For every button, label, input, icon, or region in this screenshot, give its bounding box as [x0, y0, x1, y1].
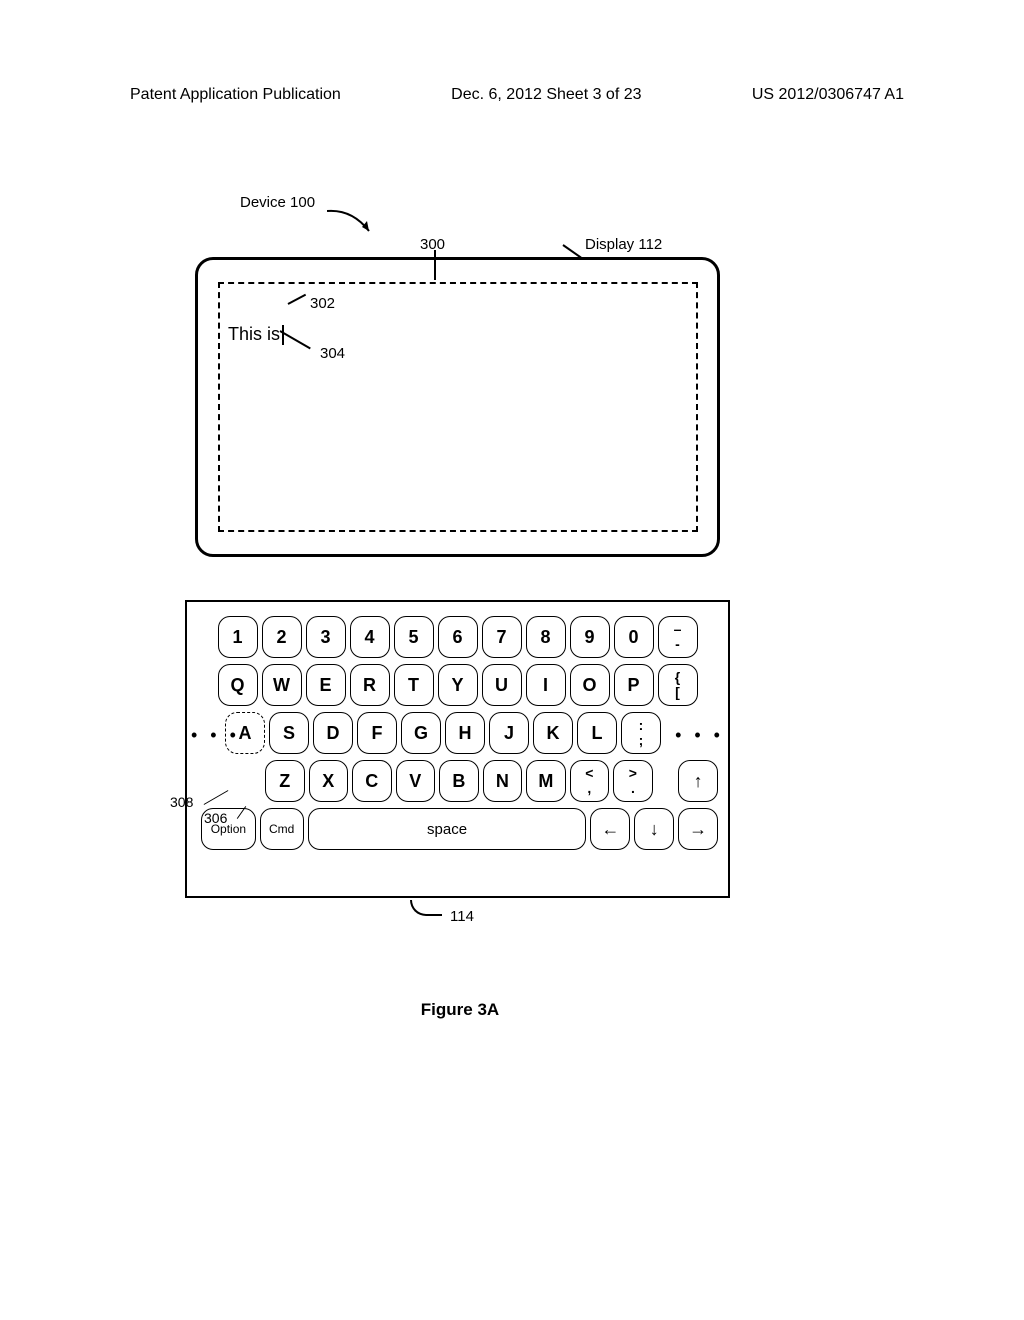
- key-z[interactable]: Z: [265, 760, 305, 802]
- kb-row-2: Q W E R T Y U I O P {[: [197, 664, 718, 706]
- key-g[interactable]: G: [401, 712, 441, 754]
- key-left-arrow[interactable]: ←: [590, 808, 630, 850]
- header-center: Dec. 6, 2012 Sheet 3 of 23: [451, 86, 641, 104]
- key-0[interactable]: 0: [614, 616, 654, 658]
- key-lt[interactable]: <,: [570, 760, 610, 802]
- page-header: Patent Application Publication Dec. 6, 2…: [0, 86, 1024, 104]
- ref-302-label: 302: [310, 295, 335, 312]
- key-j[interactable]: J: [489, 712, 529, 754]
- key-x[interactable]: X: [309, 760, 349, 802]
- key-u[interactable]: U: [482, 664, 522, 706]
- key-l[interactable]: L: [577, 712, 617, 754]
- key-n[interactable]: N: [483, 760, 523, 802]
- key-q[interactable]: Q: [218, 664, 258, 706]
- key-y[interactable]: Y: [438, 664, 478, 706]
- device-arrow-icon: [327, 209, 377, 239]
- ref-304-label: 304: [320, 345, 345, 362]
- ref-308-label: 308: [170, 794, 193, 810]
- ref-114-label: 114: [450, 908, 474, 925]
- key-6[interactable]: 6: [438, 616, 478, 658]
- keyboard-panel: 1 2 3 4 5 6 7 8 9 0 –- Q W E R T Y U I O…: [185, 600, 730, 898]
- key-9[interactable]: 9: [570, 616, 610, 658]
- key-t[interactable]: T: [394, 664, 434, 706]
- key-d[interactable]: D: [313, 712, 353, 754]
- key-2[interactable]: 2: [262, 616, 302, 658]
- key-1[interactable]: 1: [218, 616, 258, 658]
- key-k[interactable]: K: [533, 712, 573, 754]
- text-value: This is: [228, 324, 280, 344]
- key-bracket[interactable]: {[: [658, 664, 698, 706]
- key-v[interactable]: V: [396, 760, 436, 802]
- key-p[interactable]: P: [614, 664, 654, 706]
- text-entry-area[interactable]: This is: [218, 282, 698, 532]
- ref-306-label: 306: [204, 810, 227, 826]
- kb-row-5: Option Cmd space ← ↓ →: [197, 808, 718, 850]
- key-8[interactable]: 8: [526, 616, 566, 658]
- key-4[interactable]: 4: [350, 616, 390, 658]
- key-b[interactable]: B: [439, 760, 479, 802]
- key-dash[interactable]: –-: [658, 616, 698, 658]
- ref-300-label: 300: [420, 236, 445, 253]
- key-gt[interactable]: >.: [613, 760, 653, 802]
- figure-title: Figure 3A: [180, 1000, 740, 1020]
- key-cmd[interactable]: Cmd: [260, 808, 304, 850]
- key-m[interactable]: M: [526, 760, 566, 802]
- header-left: Patent Application Publication: [130, 86, 341, 104]
- key-space[interactable]: space: [308, 808, 587, 850]
- ref-114-leader: [410, 900, 442, 916]
- key-colon[interactable]: :;: [621, 712, 661, 754]
- key-c[interactable]: C: [352, 760, 392, 802]
- display-label: Display 112: [585, 236, 662, 253]
- text-cursor-icon: [282, 325, 284, 345]
- key-e[interactable]: E: [306, 664, 346, 706]
- key-5[interactable]: 5: [394, 616, 434, 658]
- key-3[interactable]: 3: [306, 616, 346, 658]
- key-r[interactable]: R: [350, 664, 390, 706]
- device-label: Device 100: [240, 194, 315, 211]
- kb-row-3: • • • A S D F G H J K L :; • • •: [197, 712, 718, 754]
- header-right: US 2012/0306747 A1: [752, 86, 904, 104]
- kb-row-1: 1 2 3 4 5 6 7 8 9 0 –-: [197, 616, 718, 658]
- entered-text: This is: [228, 324, 284, 345]
- ellipsis-left-icon: • • •: [191, 725, 240, 746]
- key-up-arrow[interactable]: ↑: [678, 760, 718, 802]
- key-f[interactable]: F: [357, 712, 397, 754]
- display-panel: This is: [195, 257, 720, 557]
- key-7[interactable]: 7: [482, 616, 522, 658]
- kb-row-4: Z X C V B N M <, >. ↑: [197, 760, 718, 802]
- key-s[interactable]: S: [269, 712, 309, 754]
- key-h[interactable]: H: [445, 712, 485, 754]
- key-right-arrow[interactable]: →: [678, 808, 718, 850]
- key-w[interactable]: W: [262, 664, 302, 706]
- ellipsis-right-icon: • • •: [675, 725, 724, 746]
- key-i[interactable]: I: [526, 664, 566, 706]
- key-o[interactable]: O: [570, 664, 610, 706]
- key-down-arrow[interactable]: ↓: [634, 808, 674, 850]
